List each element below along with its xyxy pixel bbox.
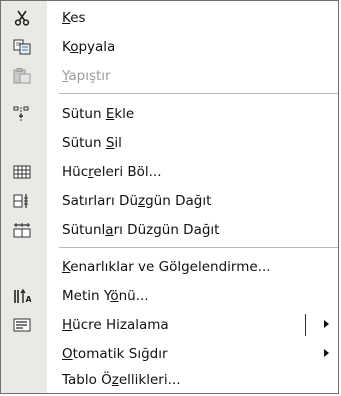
menu-item-split-cells[interactable]: Hücreleri Böl... xyxy=(1,159,338,185)
menu-separator xyxy=(59,93,338,94)
split-cells-icon xyxy=(13,164,31,180)
text-direction-icon: A xyxy=(13,288,31,304)
menu-item-distribute-columns[interactable]: Sütunları Düzgün Dağıt xyxy=(1,217,338,243)
menu-item-borders-shading[interactable]: Kenarlıklar ve Gölgelendirme... xyxy=(1,254,338,280)
menu-item-distribute-rows[interactable]: Satırları Düzgün Dağıt xyxy=(1,188,338,214)
scissors-icon xyxy=(13,10,31,26)
menu-separator xyxy=(59,247,338,248)
menu-item-table-properties[interactable]: Tablo Özellikleri... xyxy=(1,367,338,393)
cell-alignment-icon xyxy=(13,317,31,333)
split-button-divider xyxy=(305,314,306,336)
menu-item-copy[interactable]: Kopyala xyxy=(1,34,338,60)
submenu-arrow-icon xyxy=(324,349,329,357)
menu-item-insert-column[interactable]: Sütun Ekle xyxy=(1,101,338,127)
menu-item-text-direction[interactable]: A Metin Yönü... xyxy=(1,283,338,309)
distribute-rows-icon xyxy=(13,193,31,209)
menu-item-cut[interactable]: Kes xyxy=(1,5,338,31)
paste-icon xyxy=(13,68,31,84)
copy-icon xyxy=(13,39,31,55)
menu-item-paste[interactable]: Yapıştır xyxy=(1,63,338,89)
menu-item-delete-column[interactable]: Sütun Sil xyxy=(1,130,338,156)
insert-column-icon xyxy=(13,106,31,122)
distribute-columns-icon xyxy=(13,222,31,238)
table-context-menu: Kes Kopyala Yapıştır Sütun Ekle Sütun Si… xyxy=(0,0,339,394)
svg-text:A: A xyxy=(26,295,32,304)
menu-item-autofit[interactable]: Otomatik Sığdır xyxy=(1,341,338,367)
menu-item-cell-alignment[interactable]: Hücre Hizalama xyxy=(1,312,338,338)
submenu-arrow-icon[interactable] xyxy=(324,320,329,328)
